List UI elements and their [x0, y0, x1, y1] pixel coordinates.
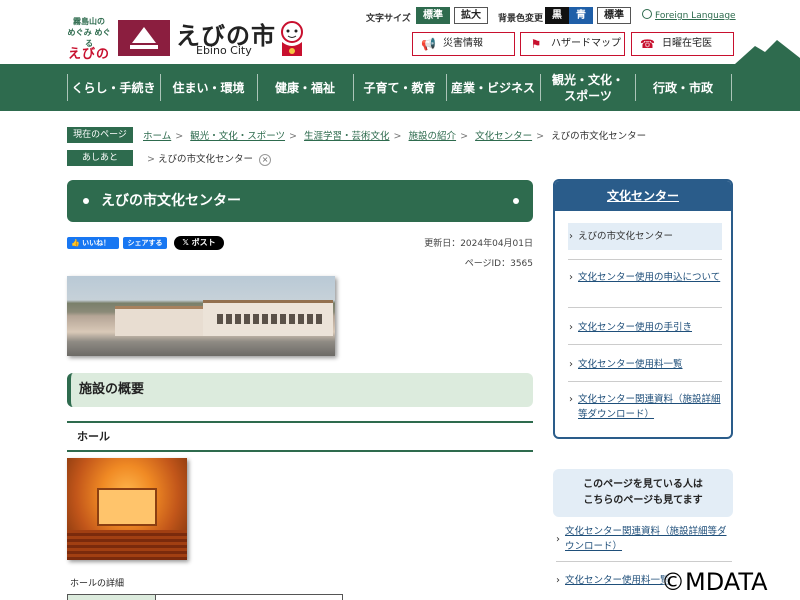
breadcrumb-link-culture-center[interactable]: 文化センター [475, 131, 532, 142]
globe-icon [642, 9, 652, 19]
breadcrumb-current: えびの市文化センター [551, 131, 647, 142]
text-size-label: 文字サイズ [366, 14, 411, 24]
chevron-right-icon: › [569, 359, 573, 370]
chevron-right-icon: › [556, 575, 560, 586]
related-link-label: 文化センター使用料一覧 [565, 575, 670, 586]
bg-standard-button[interactable]: 標準 [597, 7, 631, 24]
nav-item-health[interactable]: 健康・福祉 [257, 64, 353, 111]
sidebar-item-label: 文化センター使用の申込について [578, 272, 721, 283]
related-link-downloads[interactable]: › 文化センター関連資料（施設詳細等ダウンロード） [556, 524, 732, 554]
logo-slogan-line3: えびの [67, 47, 110, 62]
mascot-icon [281, 21, 303, 56]
x-post-button[interactable]: 𝕏 ポスト [174, 236, 224, 250]
updated-date: 更新日：2024年04月01日 [424, 239, 533, 249]
sidebar-item-downloads[interactable]: › 文化センター関連資料（施設詳細等ダウンロード） [568, 392, 722, 422]
site-header: 霧島山の めぐみ めぐる えびの えびの市 Ebino City 文字サイズ 標… [0, 0, 800, 64]
nav-item-living[interactable]: くらし・手続き [67, 64, 160, 111]
nav-item-business[interactable]: 産業・ビジネス [446, 64, 540, 111]
sidebar-item-label: 文化センター使用料一覧 [578, 359, 683, 370]
text-size-standard-button[interactable]: 標準 [416, 7, 450, 24]
bg-black-button[interactable]: 黒 [545, 7, 569, 24]
city-emblem-icon[interactable] [118, 20, 170, 56]
facebook-share-button[interactable]: シェアする [123, 237, 167, 249]
logo-slogan-line2: めぐみ めぐる [67, 28, 111, 48]
like-label: いいね！ [82, 239, 111, 247]
logo-slogan[interactable]: 霧島山の めぐみ めぐる えびの [66, 16, 112, 62]
copyright-watermark: ©MDATA [661, 568, 768, 596]
breadcrumb-label: 現在のページ [67, 127, 133, 143]
hall-photo [67, 458, 187, 560]
chevron-right-icon: › [569, 394, 573, 405]
disaster-info-label: 災害情報 [443, 38, 483, 49]
hazard-map-label: ハザードマップ [551, 38, 621, 49]
megaphone-icon: 📢 [421, 37, 436, 51]
hall-detail-table [67, 594, 343, 600]
text-size-large-button[interactable]: 拡大 [454, 7, 488, 24]
global-nav: くらし・手続き 住まい・環境 健康・福祉 子育て・教育 産業・ビジネス 観光・文… [0, 64, 800, 111]
sidebar-heading[interactable]: 文化センター [555, 181, 731, 211]
also-viewed-line1: このページを見ている人は [583, 479, 703, 490]
phone-icon: ☎ [640, 37, 655, 51]
bg-color-label: 背景色変更 [498, 14, 544, 24]
sidebar-item-current[interactable]: › えびの市文化センター [568, 223, 722, 250]
nav-item-housing[interactable]: 住まい・環境 [160, 64, 257, 111]
page-title-text: えびの市文化センター [101, 193, 241, 209]
nav-item-administration[interactable]: 行政・市政 [635, 64, 731, 111]
building-photo [67, 276, 335, 356]
also-viewed-line2: こちらのページも見てます [583, 495, 703, 506]
breadcrumb: ホーム > 観光・文化・スポーツ > 生涯学習・芸術文化 > 施設の紹介 > 文化センタ… [143, 131, 647, 142]
sidebar-item-label: えびの市文化センター [578, 231, 674, 242]
related-link-label: 文化センター関連資料（施設詳細等ダウンロード） [565, 526, 727, 552]
disaster-info-button[interactable]: 📢 災害情報 [412, 32, 515, 56]
breadcrumb-link-facilities[interactable]: 施設の紹介 [409, 131, 457, 142]
chevron-right-icon: › [556, 534, 560, 545]
foreign-language-link[interactable]: Foreign Language [642, 9, 736, 21]
page-title: えびの市文化センター [67, 180, 533, 222]
nav-item-tourism[interactable]: 観光・文化・スポーツ [548, 64, 628, 111]
subsection-heading: ホール [67, 421, 533, 452]
breadcrumb-link-learning[interactable]: 生涯学習・芸術文化 [304, 131, 390, 142]
page-id: ページID：3565 [464, 259, 533, 269]
history-label: あしあと [67, 150, 133, 166]
map-icon: ⚑ [530, 37, 542, 51]
facebook-like-button[interactable]: 👍 いいね！ [67, 237, 119, 249]
history-item[interactable]: えびの市文化センター [158, 154, 253, 165]
sunday-doctor-label: 日曜在宅医 [662, 38, 712, 49]
chevron-right-icon: › [569, 322, 573, 333]
breadcrumb-link-home[interactable]: ホーム [143, 131, 171, 142]
close-icon[interactable]: × [259, 154, 272, 166]
breadcrumb-link-tourism[interactable]: 観光・文化・スポーツ [190, 131, 285, 142]
mountain-illustration [735, 40, 800, 64]
sidebar-item-label: 文化センター使用の手引き [578, 322, 693, 333]
nav-item-education[interactable]: 子育て・教育 [353, 64, 446, 111]
also-viewed-heading: このページを見ている人は こちらのページも見てます [553, 469, 733, 517]
sunday-doctor-button[interactable]: ☎ 日曜在宅医 [631, 32, 734, 56]
section-heading: 施設の概要 [67, 373, 533, 407]
sidebar-nav: 文化センター › えびの市文化センター › 文化センター使用の申込について › 文化セ… [553, 179, 733, 439]
hazard-map-button[interactable]: ⚑ ハザードマップ [520, 32, 625, 56]
foreign-language-label: Foreign Language [655, 11, 736, 21]
bg-blue-button[interactable]: 青 [569, 7, 593, 24]
site-subtitle: Ebino City [196, 44, 252, 57]
chevron-right-icon: › [569, 272, 573, 283]
sidebar-item-guide[interactable]: › 文化センター使用の手引き [568, 320, 722, 335]
sidebar-item-fees[interactable]: › 文化センター使用料一覧 [568, 357, 722, 372]
sidebar-item-label: 文化センター関連資料（施設詳細等ダウンロード） [578, 394, 721, 420]
logo-slogan-line1: 霧島山の [73, 17, 105, 26]
sidebar-item-application[interactable]: › 文化センター使用の申込について [568, 270, 722, 285]
post-label: ポスト [191, 238, 216, 247]
hall-detail-caption: ホールの詳細 [70, 579, 125, 589]
history-trail: > えびの市文化センター × [147, 151, 272, 166]
chevron-right-icon: › [569, 231, 573, 242]
